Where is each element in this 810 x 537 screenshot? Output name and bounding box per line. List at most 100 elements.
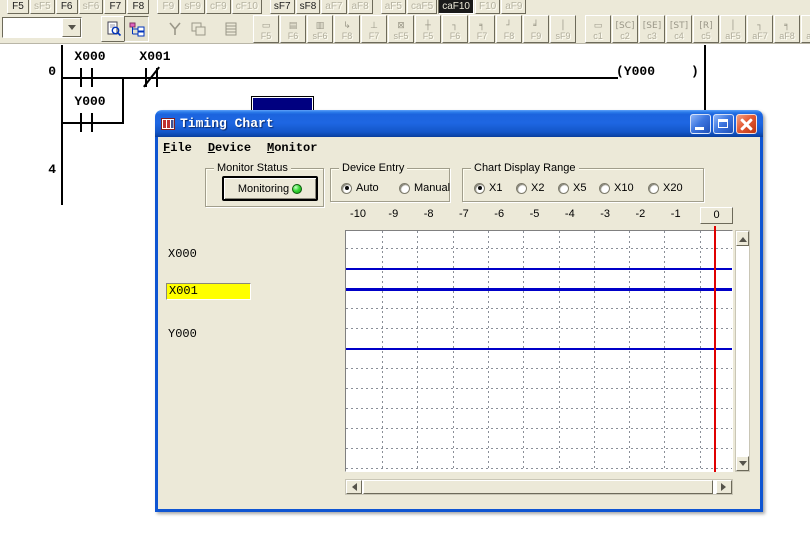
contact-x001-label: X001 (134, 49, 176, 64)
combobox-dropdown-button[interactable] (62, 18, 81, 37)
chart-range-radio-x1[interactable]: X1 (474, 182, 502, 194)
coil-y000-label[interactable]: (Y000 (616, 64, 655, 79)
device-name-X000[interactable]: X000 (168, 247, 197, 261)
rung-number-4: 4 (30, 162, 56, 177)
device-entry-radio-manual[interactable]: Manual (399, 182, 450, 194)
chart-range-radio-x20[interactable]: X20 (648, 182, 683, 194)
parameter-table-icon (223, 21, 239, 37)
ladder-button-aF7-corner-top-icon: ┐aF7 (747, 15, 773, 43)
device-name-field-X001[interactable]: X001 (166, 283, 251, 300)
timing-chart-grid (345, 230, 733, 472)
ladder-button-F8-corner-bottom-icon: ┘F8 (496, 15, 522, 43)
grid-hline (346, 468, 732, 469)
scroll-right-button[interactable] (716, 480, 732, 494)
window-frame: File Device Monitor Monitor Status Monitor… (155, 137, 763, 512)
ladder-button-F6-closed-contact-icon: ▤F6 (280, 15, 306, 43)
chevron-down-icon (68, 25, 76, 34)
horizontal-scroll-track[interactable] (362, 480, 716, 494)
ladder-button-aF5-vertical-bar-icon: │aF5 (720, 15, 746, 43)
fkey-button-F5[interactable]: F5 (7, 0, 29, 14)
device-entry-group: Device Entry AutoManual (330, 168, 450, 202)
left-power-rail (61, 45, 63, 205)
device-name-Y000[interactable]: Y000 (168, 327, 197, 341)
grid-vline (559, 231, 560, 471)
grid-hline (346, 368, 732, 369)
arrow-up-icon (739, 233, 747, 242)
scroll-up-button[interactable] (736, 231, 749, 246)
grid-hline (346, 388, 732, 389)
timeline-tick--5: -5 (518, 208, 552, 220)
fkey-button-cF10: cF10 (232, 0, 262, 14)
menu-device[interactable]: Device (208, 141, 251, 155)
timeline-tick--10: -10 (341, 208, 375, 220)
horizontal-scrollbar[interactable] (345, 479, 733, 495)
dialog-client-area: File Device Monitor Monitor Status Monitor… (158, 137, 760, 509)
fkey-button-sF5: sF5 (30, 0, 55, 14)
monitoring-button[interactable]: Monitoring (222, 176, 318, 201)
scroll-down-button[interactable] (736, 456, 749, 471)
chart-range-radio-x10[interactable]: X10 (599, 182, 634, 194)
chart-range-radio-x2[interactable]: X2 (516, 182, 544, 194)
chart-display-range-label: Chart Display Range (471, 162, 579, 174)
monitoring-button-label: Monitoring (238, 183, 289, 195)
fkey-button-aF8: aF8 (348, 0, 373, 14)
ladder-button-sF5-application-box-icon: ⊠sF5 (388, 15, 414, 43)
fkey-button-aF5: aF5 (381, 0, 406, 14)
titlebar[interactable]: Timing Chart (155, 110, 763, 137)
fkey-button-F10: F10 (475, 0, 500, 14)
timing-chart-window: Timing Chart File Device Monitor Monitor S… (155, 110, 763, 512)
fkey-button-caF10[interactable]: caF10 (438, 0, 474, 14)
timeline-tick--8: -8 (412, 208, 446, 220)
grid-vline (488, 231, 489, 471)
vertical-scroll-track[interactable] (736, 246, 749, 456)
device-entry-radio-auto[interactable]: Auto (341, 182, 379, 194)
function-key-toolbar: F5sF5F6sF6F7F8F9sF9cF9cF10sF7sF8aF7aF8aF… (0, 0, 810, 14)
timeline-tick--4: -4 (553, 208, 587, 220)
find-document-button[interactable] (101, 16, 126, 42)
fkey-button-F6[interactable]: F6 (56, 0, 78, 14)
project-tree-toggle-button[interactable] (124, 16, 149, 42)
fkey-button-sF8[interactable]: sF8 (296, 0, 321, 14)
timeline-tick--2: -2 (623, 208, 657, 220)
contact-x000-icon[interactable] (80, 68, 82, 87)
arrow-left-icon (348, 483, 357, 491)
chart-range-radio-x5[interactable]: X5 (558, 182, 586, 194)
timeline-tick--6: -6 (482, 208, 516, 220)
timing-chart-app-icon (161, 117, 175, 131)
ladder-button-c4-st-block-icon: [ST]c4 (666, 15, 692, 43)
ladder-button-F6-corner-top-icon: ┐F6 (442, 15, 468, 43)
contact-y000-label: Y000 (69, 94, 111, 109)
ladder-button-F8-branch-arrow-icon: ↳F8 (334, 15, 360, 43)
fkey-button-sF9: sF9 (180, 0, 205, 14)
cursor-position-box: 0 (700, 207, 733, 224)
signal-trace-X000 (346, 268, 732, 270)
grid-vline (629, 231, 630, 471)
vertical-scrollbar[interactable] (735, 230, 750, 472)
grid-hline (346, 328, 732, 329)
radio-dot-icon (478, 186, 482, 190)
device-test-button (162, 16, 187, 42)
minimize-button[interactable] (690, 114, 711, 134)
menu-file[interactable]: File (163, 141, 192, 155)
horizontal-scroll-thumb[interactable] (363, 480, 713, 494)
close-button[interactable] (736, 114, 757, 134)
menu-monitor[interactable]: Monitor (267, 141, 317, 155)
fkey-button-F8[interactable]: F8 (127, 0, 149, 14)
maximize-button[interactable] (713, 114, 734, 134)
fkey-button-cF9: cF9 (206, 0, 231, 14)
grid-vline (417, 231, 418, 471)
combobox-input[interactable] (3, 18, 62, 37)
device-search-combobox[interactable] (2, 17, 82, 38)
fkey-button-F9: F9 (157, 0, 179, 14)
parameter-table-button (218, 16, 243, 42)
scroll-left-button[interactable] (346, 480, 362, 494)
time-cursor-line[interactable] (714, 226, 716, 472)
fkey-button-F7[interactable]: F7 (104, 0, 126, 14)
contact-y000-icon[interactable] (80, 113, 82, 132)
ladder-button-c5-r-block-icon: [R]c5 (693, 15, 719, 43)
radio-circle-icon (516, 183, 527, 194)
monitor-status-label: Monitor Status (214, 162, 291, 174)
grid-vline (382, 231, 383, 471)
fkey-button-sF7[interactable]: sF7 (270, 0, 295, 14)
grid-vline (700, 231, 701, 471)
